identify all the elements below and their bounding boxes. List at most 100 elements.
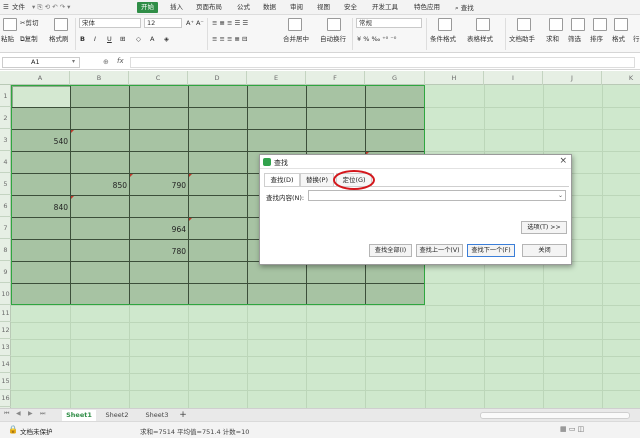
tab-data[interactable]: 数据 — [263, 2, 276, 13]
toolbar-quick-icons[interactable]: ▾ ⎘ ⟲ ↶ ↷ ▾ — [32, 2, 70, 13]
name-box[interactable]: A1 — [2, 57, 80, 68]
options-button[interactable]: 选项(T) >> — [521, 221, 567, 234]
column-header[interactable]: J — [543, 71, 602, 85]
cell-value[interactable]: 964 — [130, 225, 186, 234]
row-header[interactable]: 11 — [0, 305, 11, 322]
paste-icon[interactable] — [3, 18, 17, 31]
file-menu[interactable]: 文件 — [12, 2, 25, 13]
table-style-button[interactable]: 表格样式 — [467, 35, 493, 44]
cell-value[interactable]: 780 — [130, 247, 186, 256]
row-header[interactable]: 6 — [0, 195, 11, 217]
align-top-icons[interactable]: ≡ ≣ ≡ ☰ ☰ — [212, 19, 248, 28]
sheet-nav-next-icon[interactable]: ▶ — [28, 410, 33, 417]
table-style-icon[interactable] — [476, 18, 490, 31]
conditional-format-button[interactable]: 条件格式 — [430, 35, 456, 44]
close-icon[interactable]: × — [559, 156, 567, 166]
row-col-button[interactable]: 行 — [633, 35, 640, 44]
dialog-titlebar[interactable]: 查找 × — [260, 155, 571, 169]
column-header[interactable]: K — [602, 71, 640, 85]
row-header[interactable]: 2 — [0, 107, 11, 129]
format-button[interactable]: 格式 — [612, 35, 625, 44]
font-name-select[interactable]: 宋体 — [79, 18, 141, 28]
auto-wrap-button[interactable]: 自动换行 — [320, 35, 346, 44]
column-header[interactable]: A — [11, 71, 70, 85]
view-mode-icons[interactable]: ▦ ▭ ◫ — [560, 425, 584, 433]
tab-formulas[interactable]: 公式 — [237, 2, 250, 13]
column-header[interactable]: G — [365, 71, 425, 85]
filter-icon[interactable] — [571, 18, 585, 31]
format-painter-button[interactable]: 格式刷 — [49, 35, 69, 44]
sheet-nav-last-icon[interactable]: ⏭ — [40, 410, 45, 418]
sum-button[interactable]: 求和 — [546, 35, 559, 44]
column-header[interactable]: F — [306, 71, 365, 85]
font-size-select[interactable]: 12 — [144, 18, 182, 28]
tab-find[interactable]: 查找(D) — [264, 173, 300, 186]
tab-insert[interactable]: 插入 — [170, 2, 183, 13]
find-next-button[interactable]: 查找下一个(F) — [467, 244, 515, 257]
find-all-button[interactable]: 查找全部(I) — [369, 244, 412, 257]
cell-value[interactable]: 840 — [12, 203, 68, 212]
find-previous-button[interactable]: 查找上一个(V) — [416, 244, 463, 257]
row-header[interactable]: 16 — [0, 390, 11, 407]
column-header[interactable]: C — [129, 71, 188, 85]
row-header[interactable]: 3 — [0, 129, 11, 151]
number-format-icons[interactable]: ¥ % ‰ ⁺⁰ ⁻⁰ — [357, 35, 396, 44]
sheet-tab-sheet3[interactable]: Sheet3 — [138, 410, 176, 421]
cell-value[interactable]: 540 — [12, 137, 68, 146]
conditional-format-icon[interactable] — [438, 18, 452, 31]
fill-color-icon[interactable]: ◇ — [136, 35, 141, 44]
sort-button[interactable]: 排序 — [590, 35, 603, 44]
number-format-select[interactable]: 常规 — [356, 18, 422, 28]
active-cell[interactable] — [12, 86, 71, 108]
wrap-icon[interactable] — [327, 18, 341, 31]
clear-format-icon[interactable]: ◈ — [164, 35, 169, 44]
tab-security[interactable]: 安全 — [344, 2, 357, 13]
font-color-icon[interactable]: A — [150, 35, 154, 44]
doc-assistant-icon[interactable] — [517, 18, 531, 31]
format-painter-icon[interactable] — [54, 18, 68, 31]
merge-center-button[interactable]: 合并居中 — [283, 35, 309, 44]
document-protection-status[interactable]: 文档未保护 — [20, 426, 53, 436]
find-content-input[interactable]: ⌄ — [308, 190, 566, 201]
row-header[interactable]: 15 — [0, 373, 11, 390]
tab-page-layout[interactable]: 页面布局 — [196, 2, 222, 13]
tab-home[interactable]: 开始 — [137, 2, 158, 13]
filter-button[interactable]: 筛选 — [568, 35, 581, 44]
column-header[interactable]: I — [484, 71, 543, 85]
align-horizontal-icons[interactable]: ≡ ≡ ≡ ≣ ⊟ — [212, 35, 248, 44]
sheet-nav-prev-icon[interactable]: ◀ — [16, 410, 21, 417]
row-header[interactable]: 14 — [0, 356, 11, 373]
tab-developer[interactable]: 开发工具 — [372, 2, 398, 13]
font-grow-shrink-icon[interactable]: A⁺ A⁻ — [186, 19, 204, 28]
bold-button[interactable]: B — [80, 35, 85, 44]
row-header[interactable]: 13 — [0, 339, 11, 356]
sum-icon[interactable] — [549, 18, 563, 31]
row-header[interactable]: 7 — [0, 217, 11, 239]
border-icon[interactable]: ⊞ — [120, 35, 125, 44]
horizontal-scrollbar[interactable] — [480, 412, 630, 419]
row-header[interactable]: 12 — [0, 322, 11, 339]
name-box-dropdown-icon[interactable]: ▾ — [72, 58, 75, 65]
tab-replace[interactable]: 替换(P) — [300, 173, 334, 186]
italic-button[interactable]: I — [94, 35, 96, 44]
merge-icon[interactable] — [288, 18, 302, 31]
dialog-close-button[interactable]: 关闭 — [522, 244, 567, 257]
fx-icon[interactable]: fx — [117, 57, 124, 65]
doc-assistant-button[interactable]: 文档助手 — [509, 35, 535, 44]
row-header[interactable]: 8 — [0, 239, 11, 261]
cut-button[interactable]: ✂剪切 — [20, 19, 38, 28]
chevron-down-icon[interactable]: ⌄ — [558, 191, 563, 201]
menu-search[interactable]: ⌕ 查找 — [455, 2, 474, 13]
row-header[interactable]: 5 — [0, 173, 11, 195]
cell-value[interactable]: 850 — [71, 181, 127, 190]
sheet-tab-sheet2[interactable]: Sheet2 — [100, 410, 134, 421]
underline-button[interactable]: U — [107, 35, 112, 44]
column-header[interactable]: H — [425, 71, 484, 85]
cell-value[interactable]: 790 — [130, 181, 186, 190]
column-header[interactable]: E — [247, 71, 306, 85]
sheet-tab-sheet1[interactable]: Sheet1 — [62, 410, 96, 421]
add-sheet-button[interactable]: + — [178, 410, 188, 421]
tab-review[interactable]: 审阅 — [290, 2, 303, 13]
sheet-nav-first-icon[interactable]: ⏮ — [4, 410, 9, 418]
paste-button[interactable]: 粘贴 — [1, 35, 14, 44]
